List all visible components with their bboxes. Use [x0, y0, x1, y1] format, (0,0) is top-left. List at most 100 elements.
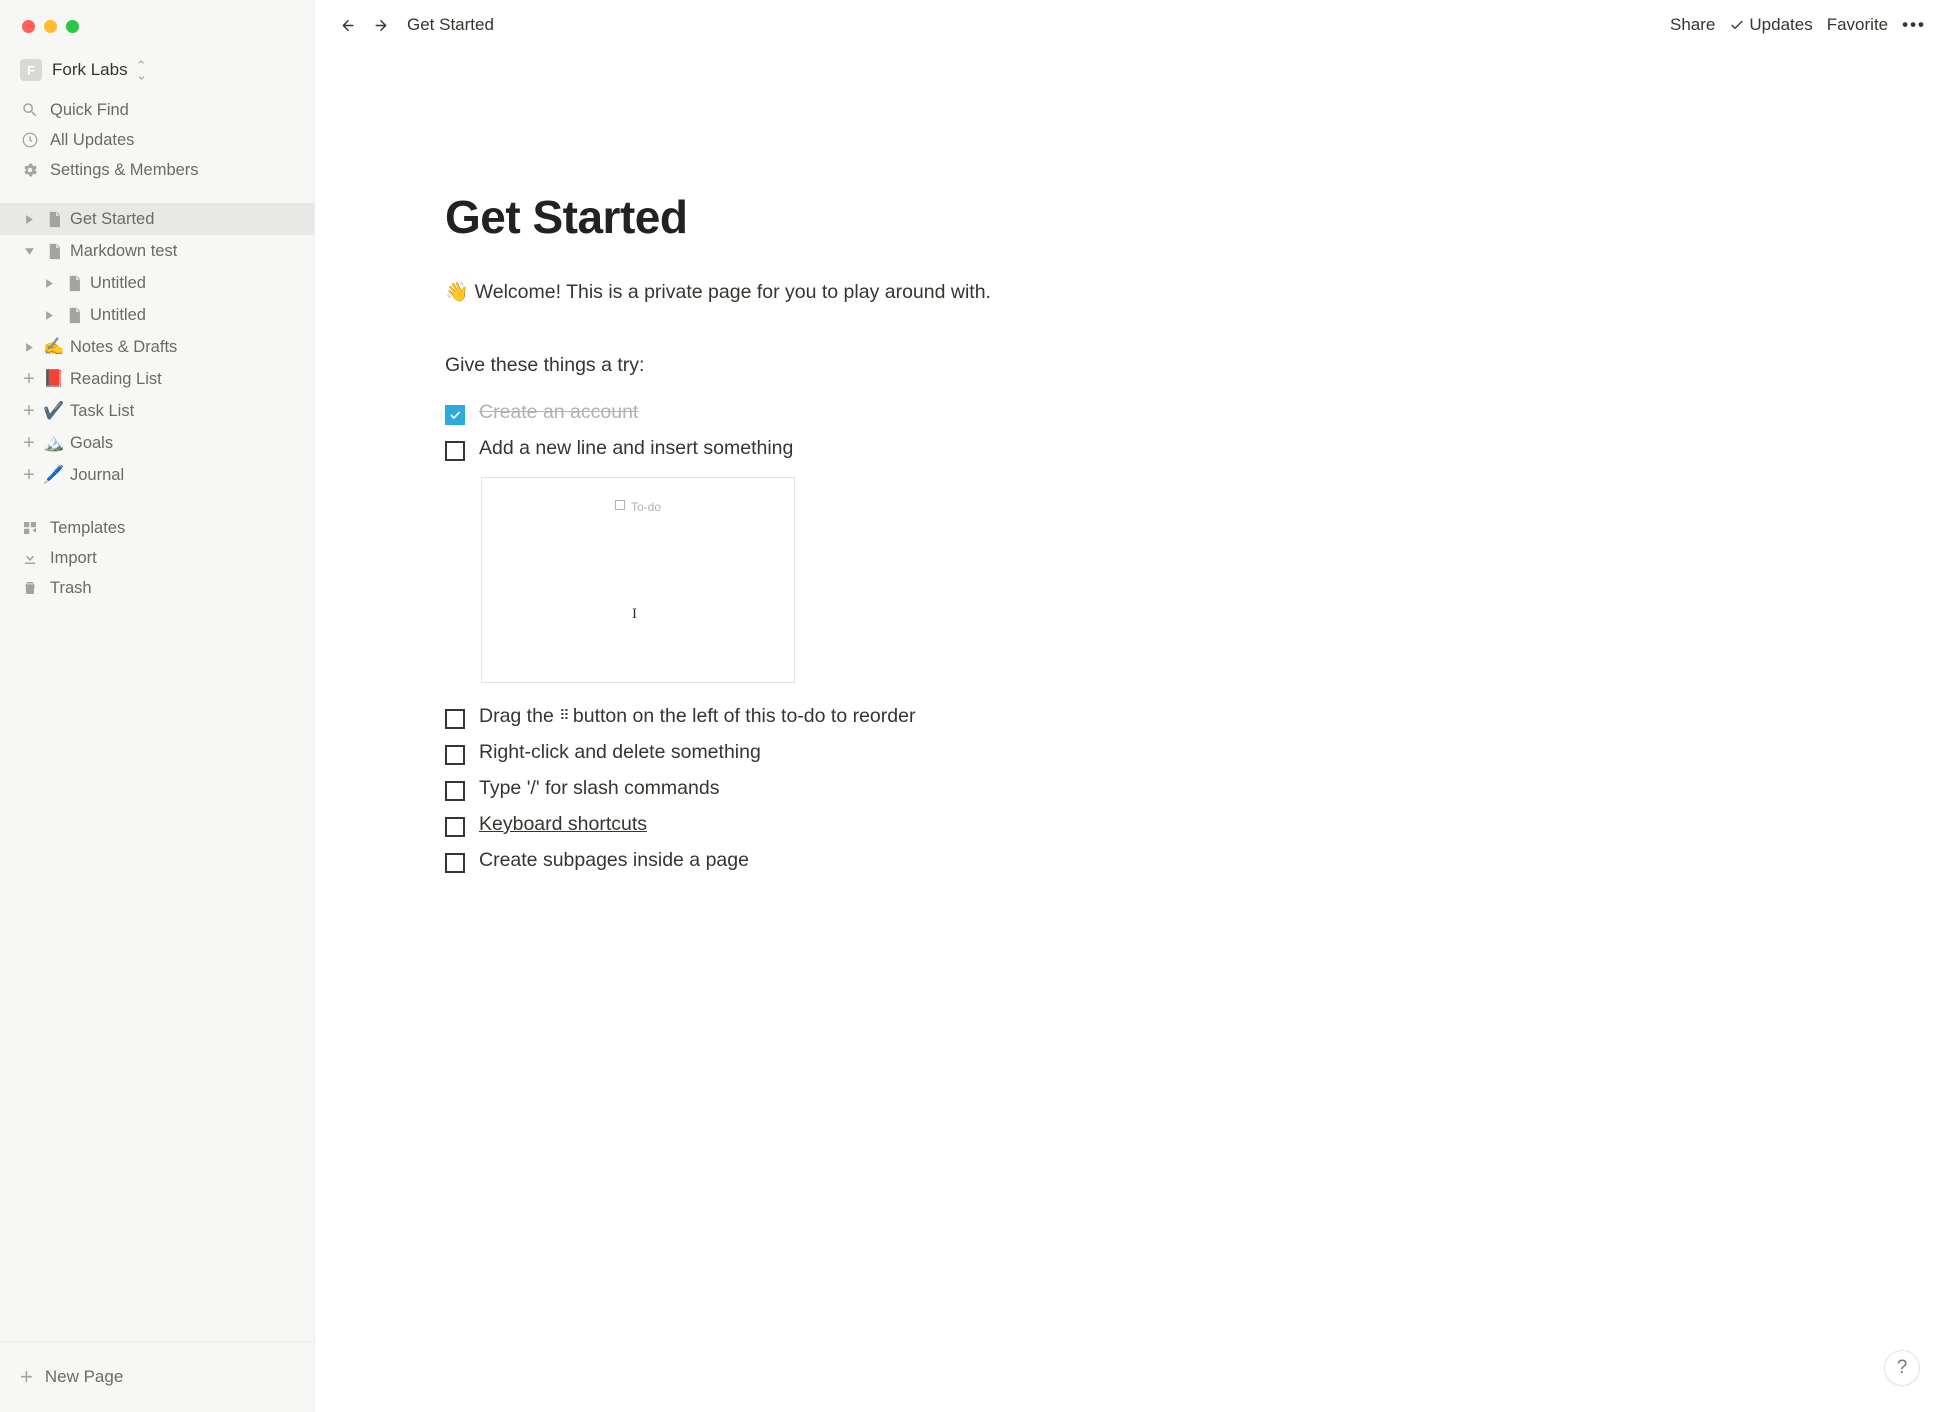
add-page-icon[interactable]: +	[20, 464, 38, 487]
trash-icon	[20, 578, 40, 598]
intro-line[interactable]: 👋 Welcome! This is a private page for yo…	[445, 280, 1906, 354]
sidebar-page-goals[interactable]: + 🏔️ Goals	[0, 427, 314, 459]
sidebar-page-journal[interactable]: +🖊️Journal	[0, 459, 314, 491]
new-page-label: New Page	[45, 1367, 123, 1387]
page-title[interactable]: Get Started	[445, 50, 1906, 280]
window-close-button[interactable]	[22, 20, 35, 33]
page-content[interactable]: Get Started 👋 Welcome! This is a private…	[315, 50, 1946, 1412]
new-page-button[interactable]: + New Page	[0, 1348, 314, 1406]
checkbox-icon	[615, 500, 625, 510]
caret-down-icon[interactable]	[20, 242, 38, 260]
page-icon	[44, 241, 64, 261]
updates-button[interactable]: Updates	[1729, 15, 1812, 35]
trash-button[interactable]: Trash	[0, 573, 314, 603]
embed-todo-label: To-do	[631, 500, 661, 514]
add-page-icon[interactable]: +	[20, 368, 38, 391]
todo-checkbox[interactable]	[445, 817, 465, 837]
help-button[interactable]: ?	[1884, 1350, 1920, 1386]
page-label: Goals	[70, 434, 113, 453]
plus-icon: +	[20, 1364, 33, 1390]
page-label: Untitled	[90, 306, 146, 325]
todo-row[interactable]: Create subpages inside a page	[445, 843, 1906, 879]
todo-text[interactable]: Create an account	[479, 401, 638, 424]
todo-row[interactable]: Add a new line and insert something	[445, 431, 1906, 467]
page-icon	[64, 273, 84, 293]
window-zoom-button[interactable]	[66, 20, 79, 33]
sidebar-page-get-started[interactable]: Get Started	[0, 203, 314, 235]
nav-forward-button[interactable]	[371, 14, 393, 36]
quick-find-button[interactable]: Quick Find	[0, 95, 314, 125]
todo-text[interactable]: Add a new line and insert something	[479, 437, 793, 460]
nav-back-button[interactable]	[335, 14, 357, 36]
todo-text[interactable]: Create subpages inside a page	[479, 849, 749, 872]
import-label: Import	[50, 549, 97, 568]
embed-preview: To-doI	[481, 477, 795, 683]
todo-text[interactable]: Drag the ⠿ button on the left of this to…	[479, 705, 915, 728]
caret-right-icon[interactable]	[40, 306, 58, 324]
main-area: Get Started Share Updates Favorite ••• G…	[315, 0, 1946, 1412]
all-updates-button[interactable]: All Updates	[0, 125, 314, 155]
caret-right-icon[interactable]	[40, 274, 58, 292]
sidebar-page-reading-list[interactable]: +📕Reading List	[0, 363, 314, 395]
todo-checkbox[interactable]	[445, 853, 465, 873]
favorite-button[interactable]: Favorite	[1827, 15, 1888, 35]
page-label: Get Started	[70, 210, 154, 229]
sidebar-page-untitled[interactable]: Untitled	[0, 267, 314, 299]
todo-row[interactable]: Drag the ⠿ button on the left of this to…	[445, 699, 1906, 735]
import-icon	[20, 548, 40, 568]
todo-checkbox[interactable]	[445, 745, 465, 765]
todo-text[interactable]: Keyboard shortcuts	[479, 813, 647, 836]
settings-label: Settings & Members	[50, 161, 199, 180]
import-button[interactable]: Import	[0, 543, 314, 573]
page-emoji-icon: 🏔️	[44, 433, 64, 453]
chevron-up-down-icon: ⌃⌃	[136, 62, 147, 78]
sidebar: F Fork Labs ⌃⌃ Quick Find All Updates	[0, 0, 315, 1412]
todo-row[interactable]: Right-click and delete something	[445, 735, 1906, 771]
workspace-icon: F	[20, 59, 42, 81]
caret-right-icon[interactable]	[20, 210, 38, 228]
share-button[interactable]: Share	[1670, 15, 1715, 35]
page-label: Task List	[70, 402, 134, 421]
todo-row[interactable]: Keyboard shortcuts	[445, 807, 1906, 843]
window-minimize-button[interactable]	[44, 20, 57, 33]
gear-icon	[20, 160, 40, 180]
sidebar-page-notes-drafts[interactable]: ✍️ Notes & Drafts	[0, 331, 314, 363]
todo-text[interactable]: Type '/' for slash commands	[479, 777, 719, 800]
clock-icon	[20, 130, 40, 150]
add-page-icon[interactable]: +	[20, 432, 38, 455]
drag-handle-icon: ⠿	[559, 707, 567, 723]
workspace-name: Fork Labs	[52, 60, 128, 80]
todo-row[interactable]: Create an account	[445, 395, 1906, 431]
sidebar-page-task-list[interactable]: + ✔️ Task List	[0, 395, 314, 427]
page-label: Untitled	[90, 274, 146, 293]
todo-checkbox[interactable]	[445, 405, 465, 425]
window-controls	[0, 0, 314, 33]
all-updates-label: All Updates	[50, 131, 134, 150]
page-emoji-icon: ✍️	[44, 337, 64, 357]
sidebar-page-untitled[interactable]: Untitled	[0, 299, 314, 331]
breadcrumb[interactable]: Get Started	[407, 15, 494, 35]
page-label: Journal	[70, 466, 124, 485]
templates-label: Templates	[50, 519, 125, 538]
page-label: Markdown test	[70, 242, 177, 261]
todo-text[interactable]: Right-click and delete something	[479, 741, 761, 764]
todo-link[interactable]: Keyboard shortcuts	[479, 813, 647, 835]
add-page-icon[interactable]: +	[20, 400, 38, 423]
more-button[interactable]: •••	[1902, 15, 1926, 35]
settings-button[interactable]: Settings & Members	[0, 155, 314, 185]
todo-checkbox[interactable]	[445, 441, 465, 461]
page-label: Notes & Drafts	[70, 338, 177, 357]
caret-right-icon[interactable]	[20, 338, 38, 356]
sidebar-page-markdown-test[interactable]: Markdown test	[0, 235, 314, 267]
todo-row[interactable]: Type '/' for slash commands	[445, 771, 1906, 807]
page-icon	[44, 209, 64, 229]
page-emoji-icon: ✔️	[44, 401, 64, 421]
workspace-switcher[interactable]: F Fork Labs ⌃⌃	[0, 33, 314, 91]
intro-text: Welcome! This is a private page for you …	[475, 281, 991, 304]
subhead[interactable]: Give these things a try:	[445, 354, 1906, 395]
todo-checkbox[interactable]	[445, 781, 465, 801]
templates-icon	[20, 518, 40, 538]
trash-label: Trash	[50, 579, 92, 598]
todo-checkbox[interactable]	[445, 709, 465, 729]
templates-button[interactable]: Templates	[0, 513, 314, 543]
